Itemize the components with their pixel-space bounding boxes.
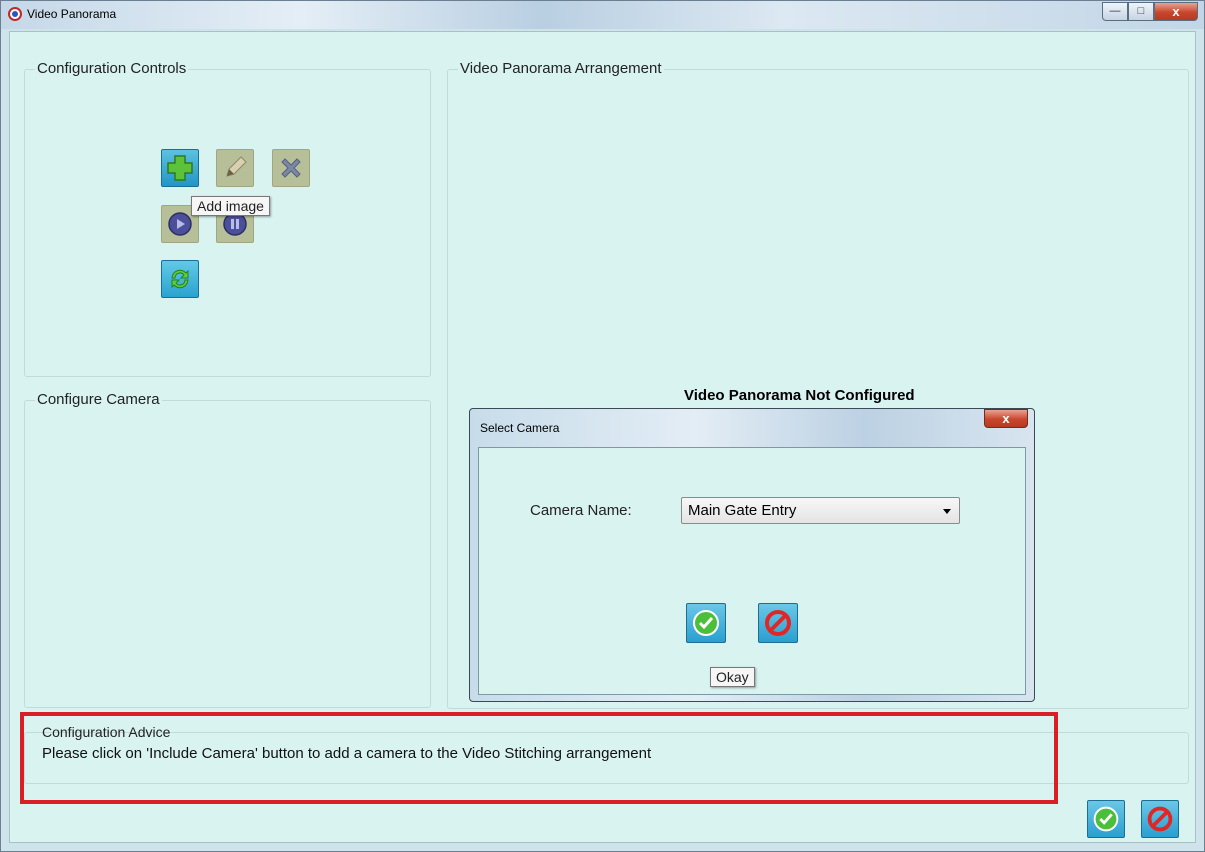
apply-button[interactable]	[1087, 800, 1125, 838]
app-icon	[8, 7, 22, 21]
main-panel: Configuration Controls Add image Configu…	[9, 31, 1196, 843]
no-entry-icon	[1147, 806, 1173, 832]
pencil-icon	[226, 156, 247, 177]
window-controls: — □ x	[1102, 2, 1198, 22]
camera-name-label: Camera Name:	[530, 502, 632, 519]
select-camera-dialog: Select Camera x Camera Name: Main Gate E…	[469, 408, 1035, 702]
close-button[interactable]: x	[1154, 2, 1198, 21]
advice-highlight-box	[20, 712, 1058, 804]
x-icon	[281, 158, 301, 178]
cancel-button[interactable]	[1141, 800, 1179, 838]
title-bar[interactable]: Video Panorama — □ x	[1, 1, 1204, 29]
camera-name-value: Main Gate Entry	[688, 502, 797, 519]
window-title: Video Panorama	[27, 7, 117, 21]
checkmark-icon	[693, 610, 719, 636]
dropdown-arrow-icon	[943, 509, 951, 514]
edit-image-button[interactable]	[216, 149, 254, 187]
dialog-cancel-button[interactable]	[758, 603, 798, 643]
checkmark-icon	[1093, 806, 1119, 832]
camera-name-dropdown[interactable]: Main Gate Entry	[681, 497, 960, 524]
panorama-status-text: Video Panorama Not Configured	[684, 387, 915, 404]
minimize-button[interactable]: —	[1102, 2, 1128, 21]
okay-tooltip: Okay	[710, 667, 755, 687]
configure-camera-group: Configure Camera	[24, 391, 431, 708]
dialog-body: Camera Name: Main Gate Entry Okay	[478, 447, 1026, 695]
refresh-button[interactable]	[161, 260, 199, 298]
group-label: Configuration Controls	[35, 60, 189, 77]
no-entry-icon	[765, 610, 791, 636]
maximize-button[interactable]: □	[1128, 2, 1154, 21]
delete-image-button[interactable]	[272, 149, 310, 187]
add-image-button[interactable]	[161, 149, 199, 187]
dialog-title: Select Camera	[480, 421, 560, 435]
add-image-tooltip: Add image	[191, 196, 270, 216]
dialog-close-button[interactable]: x	[984, 409, 1028, 428]
refresh-icon	[171, 269, 189, 289]
group-label: Video Panorama Arrangement	[458, 60, 664, 77]
video-panorama-window: Video Panorama — □ x Configuration Contr…	[0, 0, 1205, 852]
group-label: Configure Camera	[35, 391, 162, 408]
plus-icon	[167, 155, 193, 181]
dialog-ok-button[interactable]	[686, 603, 726, 643]
